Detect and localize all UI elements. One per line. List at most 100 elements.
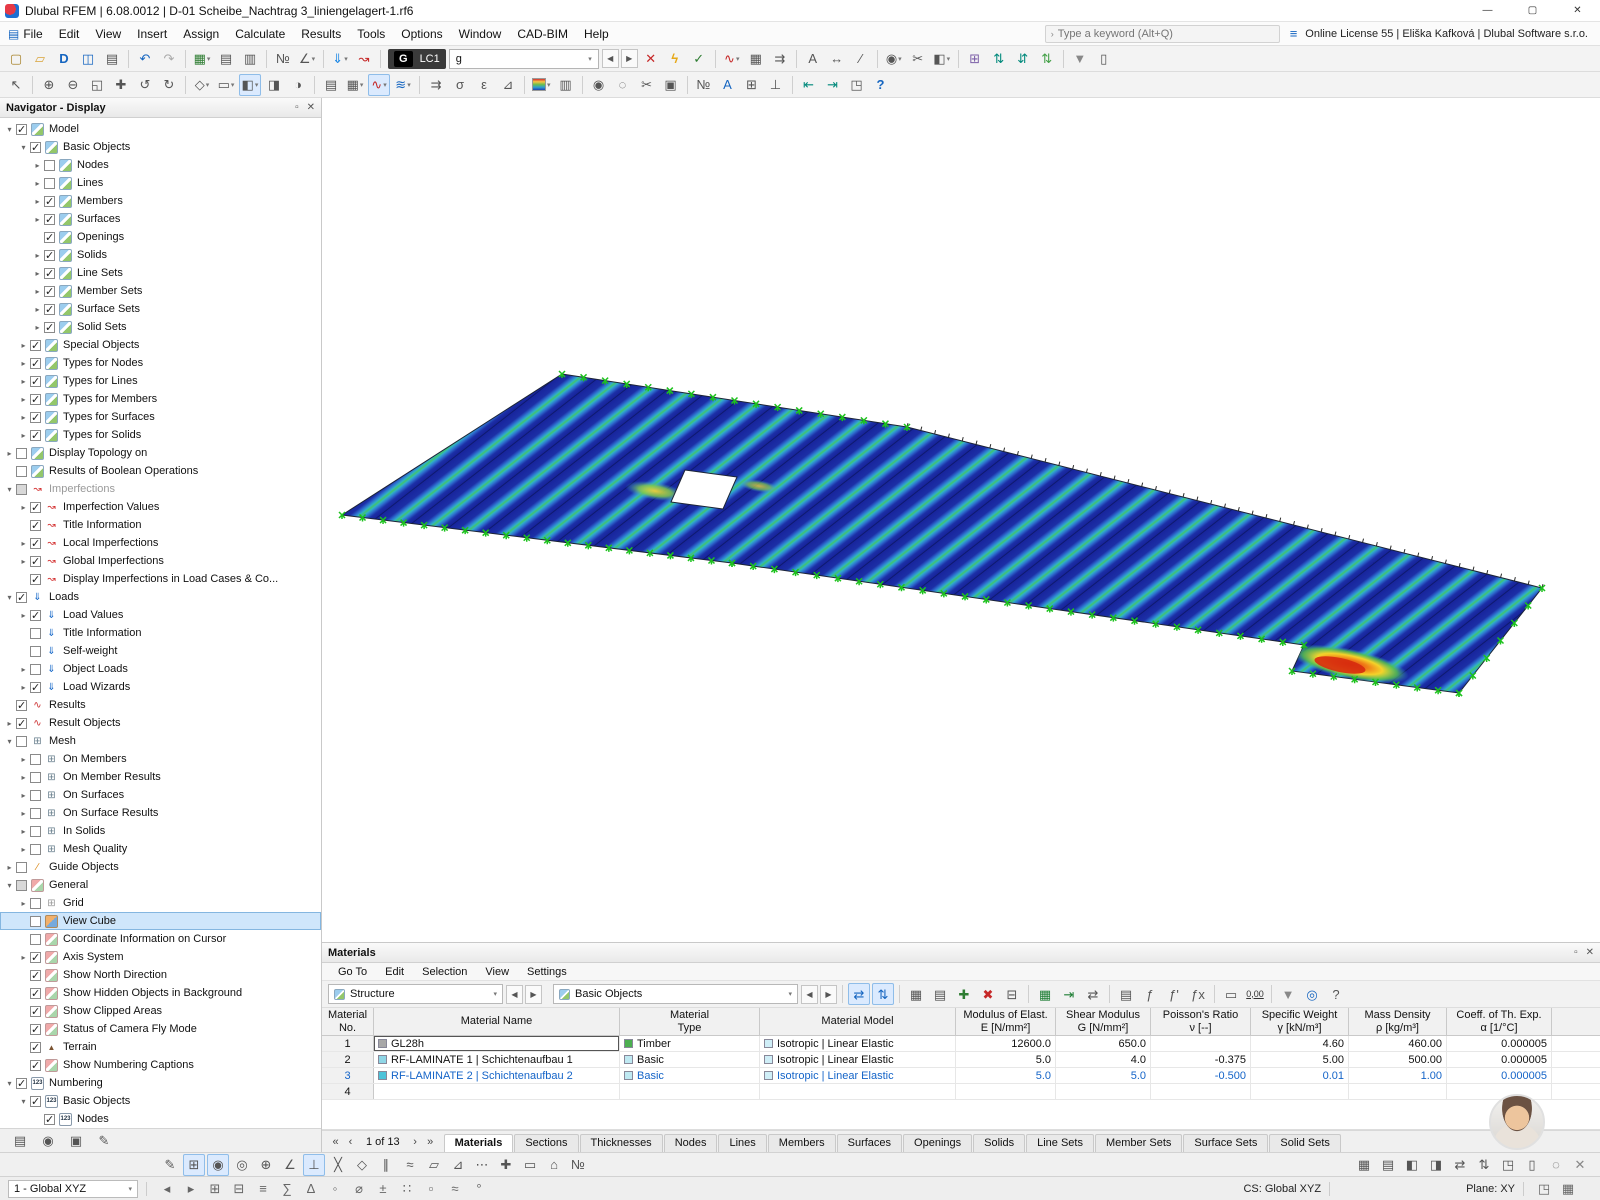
tree-item-mesh-quality[interactable]: ▸⊞Mesh Quality bbox=[0, 840, 321, 858]
support-reactions[interactable]: ⊿ bbox=[497, 74, 519, 96]
fit-window[interactable]: ◳ bbox=[1497, 1154, 1519, 1176]
snap-cross[interactable]: ╳ bbox=[327, 1154, 349, 1176]
visibility-checkbox[interactable] bbox=[16, 700, 27, 711]
filter-rows[interactable]: ▼ bbox=[1277, 983, 1299, 1005]
expand-arrow-icon[interactable]: ▸ bbox=[32, 215, 43, 224]
menu-tools[interactable]: Tools bbox=[349, 24, 393, 44]
expand-arrow-icon[interactable]: ▸ bbox=[18, 413, 29, 422]
maximize-button[interactable]: ▢ bbox=[1510, 0, 1555, 22]
close-panel-icon[interactable]: ✕ bbox=[307, 102, 315, 113]
loads-display[interactable]: ⇓▾ bbox=[329, 48, 351, 70]
expand-arrow-icon[interactable]: ▸ bbox=[32, 197, 43, 206]
visibility-checkbox[interactable] bbox=[30, 664, 41, 675]
sum-mode[interactable]: ∑ bbox=[276, 1178, 298, 1200]
tree-item-surface-sets[interactable]: ▸Surface Sets bbox=[0, 300, 321, 318]
menu-assign[interactable]: Assign bbox=[175, 24, 227, 44]
table-views[interactable]: ▦ bbox=[905, 983, 927, 1005]
tree-item-model[interactable]: ▾Model bbox=[0, 120, 321, 138]
tree-item-results[interactable]: ∿Results bbox=[0, 696, 321, 714]
visibility-checkbox[interactable] bbox=[30, 340, 41, 351]
visibility-checkbox[interactable] bbox=[30, 412, 41, 423]
visibility-checkbox[interactable] bbox=[30, 646, 41, 657]
sync-scroll[interactable]: ⇅ bbox=[1473, 1154, 1495, 1176]
cell-nu[interactable]: -0.375 bbox=[1151, 1052, 1251, 1067]
comment[interactable]: ▭ bbox=[1220, 983, 1242, 1005]
isolines[interactable]: ▥ bbox=[555, 74, 577, 96]
visibility-modes[interactable]: ◉▾ bbox=[883, 48, 905, 70]
tree-item-types-for-solids[interactable]: ▸Types for Solids bbox=[0, 426, 321, 444]
tree-item-local-imperfections[interactable]: ▸↝Local Imperfections bbox=[0, 534, 321, 552]
tree-item-load-values[interactable]: ▸⇓Load Values bbox=[0, 606, 321, 624]
visibility-checkbox[interactable] bbox=[16, 592, 27, 603]
filter-previous-button[interactable]: ◀ bbox=[801, 985, 818, 1004]
visibility-checkbox[interactable] bbox=[30, 376, 41, 387]
visibility-checkbox[interactable] bbox=[30, 1042, 41, 1053]
add-text[interactable]: A bbox=[802, 48, 824, 70]
cell-gamma[interactable]: 0.01 bbox=[1251, 1068, 1349, 1083]
expand-arrow-icon[interactable]: ▾ bbox=[4, 881, 15, 890]
tree-item-types-for-nodes[interactable]: ▸Types for Nodes bbox=[0, 354, 321, 372]
tree-item-object-loads[interactable]: ▸⇓Object Loads bbox=[0, 660, 321, 678]
find-in-table[interactable]: ◎ bbox=[1301, 983, 1323, 1005]
visibility-checkbox[interactable] bbox=[30, 808, 41, 819]
delta-mode[interactable]: Δ bbox=[300, 1178, 322, 1200]
expand-arrow-icon[interactable]: ▸ bbox=[32, 287, 43, 296]
tree-item-nodes[interactable]: 123Nodes bbox=[0, 1110, 321, 1128]
expand-arrow-icon[interactable]: ▾ bbox=[4, 125, 15, 134]
snap-divisions[interactable]: ⋯ bbox=[471, 1154, 493, 1176]
tree-item-axis-system[interactable]: ▸Axis System bbox=[0, 948, 321, 966]
next-load-case-button[interactable]: ▶ bbox=[621, 49, 638, 68]
imperfections-display[interactable]: ↝ bbox=[353, 48, 375, 70]
close-bar[interactable]: ✕ bbox=[1569, 1154, 1591, 1176]
menu-options[interactable]: Options bbox=[393, 24, 450, 44]
visibility-checkbox[interactable] bbox=[30, 610, 41, 621]
rendering-wireframe[interactable]: ◨ bbox=[263, 74, 285, 96]
tree-item-view-cube[interactable]: View Cube bbox=[0, 912, 321, 930]
visibility-checkbox[interactable] bbox=[30, 898, 41, 909]
split-horizontal[interactable]: ◧ bbox=[1401, 1154, 1423, 1176]
result-tables[interactable]: ▦ bbox=[745, 48, 767, 70]
menu-view[interactable]: View bbox=[87, 24, 129, 44]
model-display[interactable]: ▦▾ bbox=[344, 74, 366, 96]
print-table[interactable]: ▤ bbox=[1115, 983, 1137, 1005]
visibility-checkbox[interactable] bbox=[44, 214, 55, 225]
tree-item-in-solids[interactable]: ▸⊞In Solids bbox=[0, 822, 321, 840]
user-avatar[interactable] bbox=[1489, 1094, 1545, 1150]
select-in-graphic[interactable]: ⇄ bbox=[848, 983, 870, 1005]
cell-model[interactable]: Isotropic | Linear Elastic bbox=[760, 1052, 956, 1067]
side-panel[interactable]: ▯ bbox=[1521, 1154, 1543, 1176]
visibility-checkbox[interactable] bbox=[30, 142, 41, 153]
cell-name[interactable]: RF-LAMINATE 1 | Schichtenaufbau 1 bbox=[374, 1052, 620, 1067]
prev-table-button[interactable]: ‹ bbox=[343, 1136, 358, 1148]
tab-solids[interactable]: Solids bbox=[973, 1134, 1025, 1152]
display-properties[interactable]: ▤ bbox=[320, 74, 342, 96]
approx-mode[interactable]: ≈ bbox=[444, 1178, 466, 1200]
renumber[interactable]: № bbox=[272, 48, 294, 70]
deformation-display[interactable]: ≋▾ bbox=[392, 74, 414, 96]
visibility-checkbox[interactable] bbox=[30, 952, 41, 963]
tree-item-member-sets[interactable]: ▸Member Sets bbox=[0, 282, 321, 300]
tree-item-imperfections[interactable]: ▾↝Imperfections bbox=[0, 480, 321, 498]
menu-help[interactable]: Help bbox=[576, 24, 617, 44]
expand-arrow-icon[interactable]: ▸ bbox=[32, 305, 43, 314]
cell-type[interactable] bbox=[620, 1084, 760, 1099]
panel-control[interactable]: ▯ bbox=[1093, 48, 1115, 70]
tree-item-basic-objects[interactable]: ▾123Basic Objects bbox=[0, 1092, 321, 1110]
tab-members[interactable]: Members bbox=[768, 1134, 836, 1152]
cell-alpha[interactable]: 0.000005 bbox=[1447, 1068, 1552, 1083]
work-plane[interactable]: ▱ bbox=[423, 1154, 445, 1176]
tree-item-on-surface-results[interactable]: ▸⊞On Surface Results bbox=[0, 804, 321, 822]
add-mode[interactable]: ⊞ bbox=[204, 1178, 226, 1200]
keyword-search[interactable]: › bbox=[1045, 25, 1280, 43]
redo[interactable]: ↷ bbox=[158, 48, 180, 70]
filter-objects[interactable]: ▼ bbox=[1069, 48, 1091, 70]
visibility-checkbox[interactable] bbox=[30, 430, 41, 441]
visibility-checkbox[interactable] bbox=[16, 484, 27, 495]
tree-item-imperfection-values[interactable]: ▸↝Imperfection Values bbox=[0, 498, 321, 516]
strains[interactable]: ε bbox=[473, 74, 495, 96]
next-object[interactable]: ▸ bbox=[180, 1178, 202, 1200]
panel-edit-tab[interactable]: ✎ bbox=[93, 1130, 115, 1152]
float-table-icon[interactable]: ▫ bbox=[1574, 947, 1578, 958]
align-right[interactable]: ⇥ bbox=[822, 74, 844, 96]
saved-views[interactable]: ◧▾ bbox=[931, 48, 953, 70]
